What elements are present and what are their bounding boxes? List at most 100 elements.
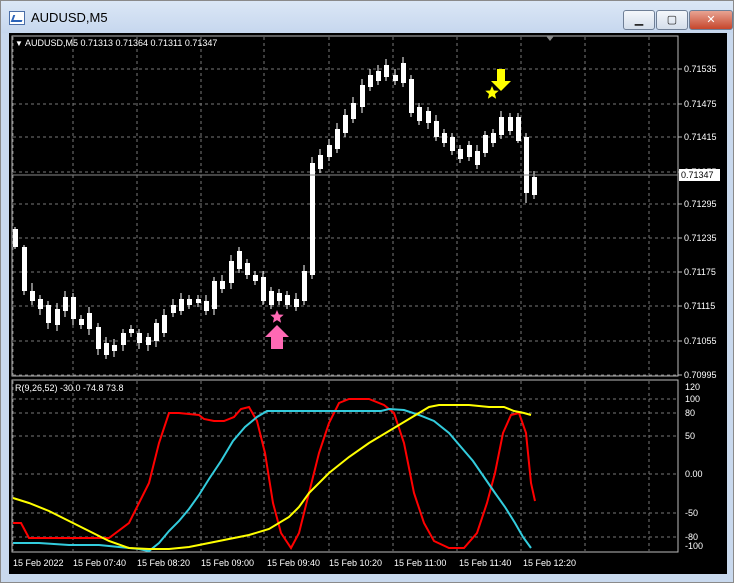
candle-body	[63, 297, 68, 311]
candle-body	[220, 281, 225, 289]
candle-body	[351, 103, 356, 119]
indicator-tick-label: 80	[685, 408, 695, 418]
candle-body	[137, 333, 142, 343]
candle-body	[302, 271, 307, 301]
minimize-button[interactable]: ▁	[623, 10, 655, 30]
time-tick-label: 15 Feb 11:00	[394, 558, 446, 568]
time-tick-label: 15 Feb 10:20	[329, 558, 382, 568]
axes: 0.715350.714750.714150.713550.712950.712…	[13, 64, 720, 568]
candle-body	[245, 263, 250, 275]
indicator-tick-label: 0.00	[685, 469, 703, 479]
candle-body	[417, 107, 422, 121]
maximize-button[interactable]: ▢	[656, 10, 688, 30]
candle-body	[196, 299, 201, 303]
yellow-star-icon	[485, 86, 499, 99]
dropdown-triangle-icon[interactable]: ▼	[15, 39, 23, 48]
candle-body	[261, 277, 266, 301]
pink-star-icon	[270, 310, 284, 323]
price-tick-label: 0.71115	[684, 301, 715, 311]
indicator-yellow-line	[12, 404, 532, 550]
candle-body	[409, 79, 414, 113]
candle-body	[13, 229, 18, 247]
candle-body	[532, 177, 537, 195]
symbol-header: ▼ AUDUSD,M5 0.71313 0.71364 0.71311 0.71…	[15, 38, 217, 48]
candle-body	[384, 65, 389, 77]
candle-body	[524, 137, 529, 193]
chart-window-icon	[9, 11, 25, 25]
candle-body	[491, 133, 496, 143]
candle-body	[285, 295, 290, 305]
candle-body	[179, 299, 184, 311]
candle-body	[442, 133, 447, 143]
indicator-cyan-line	[13, 407, 532, 553]
chart-window: AUDUSD,M5 ▁ ▢ ✕ 0.71535 0.71475 0.71415 0.7…	[0, 0, 734, 583]
candle-body	[187, 299, 192, 305]
candle-body	[360, 85, 365, 107]
main-panel-border	[11, 35, 679, 377]
candle-body	[71, 297, 76, 319]
candle-body	[212, 281, 217, 309]
candle-body	[426, 111, 431, 123]
candle-body	[79, 319, 84, 325]
close-button[interactable]: ✕	[689, 10, 733, 30]
candle-body	[204, 301, 209, 311]
yellow-down-arrow-icon	[491, 69, 511, 91]
candle-body	[458, 149, 463, 159]
signals	[265, 69, 511, 349]
symbol-label: AUDUSD,M5	[24, 38, 78, 48]
candle-body	[277, 293, 282, 301]
price-tick-label: 0.71535	[684, 64, 717, 74]
candle-body	[516, 117, 521, 141]
candle-body	[368, 75, 373, 87]
candle-body	[310, 163, 315, 275]
price-chart-svg[interactable]: 0.715350.714750.714150.713550.712950.712…	[9, 33, 727, 574]
time-tick-label: 15 Feb 07:40	[73, 558, 126, 568]
candle-body	[46, 305, 51, 323]
candle-body	[162, 315, 167, 333]
indicator-tick-label: -100	[685, 541, 703, 551]
indicator-tick-label: -50	[685, 508, 698, 518]
candle-body	[269, 291, 274, 305]
candle-body	[318, 155, 323, 169]
time-tick-label: 15 Feb 09:40	[267, 558, 320, 568]
candle-body	[129, 329, 134, 333]
candle-body	[253, 275, 258, 281]
candle-body	[237, 251, 242, 269]
title-bar[interactable]: AUDUSD,M5 ▁ ▢ ✕	[1, 1, 733, 33]
time-tick-label: 15 Feb 11:40	[459, 558, 511, 568]
chart-canvas[interactable]: 0.715350.714750.714150.713550.712950.712…	[9, 33, 727, 574]
shift-marker-icon	[546, 36, 554, 41]
candle-body	[22, 247, 27, 291]
price-tick-label: 0.71475	[684, 99, 717, 109]
window-title: AUDUSD,M5	[31, 10, 108, 25]
pink-up-arrow-icon	[265, 325, 289, 349]
candle-body	[467, 145, 472, 157]
candle-body	[96, 327, 101, 349]
candle-body	[343, 115, 348, 133]
indicator-label: R(9,26,52) -30.0 -74.8 73.8	[15, 383, 124, 393]
candle-body	[171, 305, 176, 313]
candle-body	[112, 345, 117, 351]
candle-body	[146, 337, 151, 345]
candle-body	[87, 313, 92, 329]
candle-body	[229, 261, 234, 283]
candle-body	[393, 75, 398, 81]
candle-body	[38, 299, 43, 309]
current-price-label: 0.71347	[681, 170, 714, 180]
candle-body	[450, 137, 455, 151]
price-tick-label: 0.71055	[684, 336, 717, 346]
indicator-tick-label: 120	[685, 382, 700, 392]
indicator-lines	[12, 398, 536, 553]
candle-body	[121, 333, 126, 345]
time-tick-label: 15 Feb 12:20	[523, 558, 576, 568]
indicator-tick-label: 100	[685, 394, 700, 404]
price-tick-label: 0.71295	[684, 199, 717, 209]
candle-body	[475, 151, 480, 165]
candle-body	[55, 309, 60, 325]
price-tick-label: 0.71235	[684, 233, 717, 243]
candle-body	[376, 71, 381, 81]
time-tick-label: 15 Feb 2022	[13, 558, 64, 568]
indicator-tick-label: 50	[685, 431, 695, 441]
candle-body	[327, 145, 332, 157]
candle-body	[30, 291, 35, 301]
